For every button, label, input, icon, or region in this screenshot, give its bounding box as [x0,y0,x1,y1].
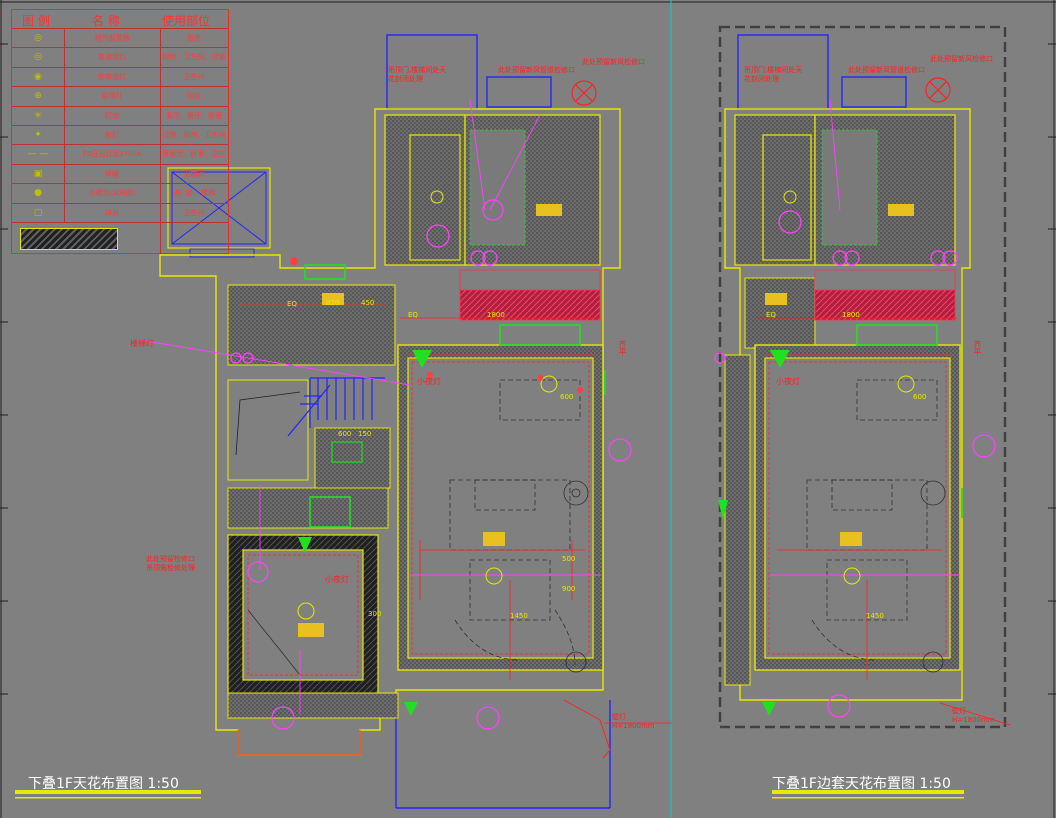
label-night-light-left: 小夜灯 [417,377,441,386]
legend-item-name: 灯泡 [105,111,119,120]
hatch-swatch [20,228,118,250]
legend-swatch-row [12,222,228,254]
legend-item-name: 烟气报警器 [94,34,130,42]
dim-900-left: 900 [562,585,576,593]
label-flush-left: 齐平 [618,340,627,356]
dim-eq-left: EQ [287,300,297,308]
legend-item-usage: 客厅、餐厅、卧室 [166,111,222,120]
legend-row: ✳ 灯泡 客厅、餐厅、卧室 [12,105,228,126]
dim-600-stair: 600 [338,430,352,438]
legend-header-symbol: 图 例 [22,14,50,28]
dim-eq-mid: EQ [408,311,418,319]
legend-item-usage: 过道、厨房、卫生间 [162,131,226,139]
note-fresh-air-right-right: 此处预留新风检修口 [930,55,993,63]
dim-1800-left: 1800 [487,311,505,319]
spot-light-icon: ✦ [34,130,42,140]
dim-150: 150 [358,430,372,438]
legend-item-usage: 厨房、卫生间、过道 [162,53,226,62]
label-wall-light-left: 壁灯 [612,713,626,721]
dim-1450-right: 1450 [866,612,884,620]
note-access-panel: 此处预留检修口 吊顶需检修处理 [146,555,195,572]
legend-row: ⊕ 吸顶灯 阳台 [12,86,228,106]
dim-820: 820 [326,299,340,307]
label-flush-right: 齐平 [973,340,982,356]
night-light-icon: ● [34,188,42,199]
dim-600-left: 600 [560,393,574,401]
note-ceiling-closure-right: 吊顶门,楼梯间处天花封闭处理 [744,66,803,83]
legend-row: ◎ 烟气报警器 厨房 [12,28,228,48]
dim-300: 300 [368,610,382,618]
pendant-light-icon: ✳ [34,110,42,121]
legend-item-name: 小夜灯(300高) [88,189,136,198]
legend-row: ● 小夜灯(300高) 进门处、楼梯 [12,183,228,203]
plan-title-left: 下叠1F天花布置图 1:50 [28,776,179,792]
legend-header-name: 名 称 [92,14,120,28]
plan-right[interactable] [714,25,1011,799]
exhaust-fan-icon: ▣ [33,168,43,179]
legend-item-name: 射灯 [105,131,119,139]
legend-row: ▢ 排风 卫生间 [12,202,228,223]
legend-header-usage: 使用部位 [162,14,211,28]
dim-450: 450 [361,299,375,307]
smoke-detector-icon: ◎ [34,33,42,43]
ventilation-fan-icon: ▢ [33,207,43,218]
note-ceiling-closure-left: 吊顶门,楼梯间处天花封闭处理 [388,66,447,83]
legend-row: — — T5日光灯管2700K 客餐厅、卧室、卫生间 [12,144,228,177]
legend-item-usage: 厨房 [187,34,201,42]
tube-light-icon: ◎ [34,52,42,63]
dim-1800-right: 1800 [842,311,860,319]
legend-row: ✦ 射灯 过道、厨房、卫生间 [12,125,228,145]
dim-600-right: 600 [913,393,927,401]
t5-strip-light-icon: — — [27,149,49,160]
label-night-light-bedroom: 小夜灯 [325,575,349,584]
legend-item-name: 普通筒灯 [98,53,126,62]
dim-1450-left: 1450 [510,612,528,620]
label-wall-light-height-right: H=1800mm [952,716,995,724]
plan-title-right: 下叠1F边套天花布置图 1:50 [772,776,951,792]
legend-item-usage: 阳台 [187,92,201,101]
moisture-proof-light-icon: ◉ [34,71,42,82]
label-stair-light: 楼梯灯 [130,339,154,348]
ceiling-light-icon: ⊕ [34,91,42,102]
label-wall-light-height-left: H=1800mm [612,722,655,730]
legend-row: ◉ 防雾筒灯 卫生间 [12,66,228,87]
label-night-light-right: 小夜灯 [776,377,800,386]
legend-item-name: 吸顶灯 [101,92,123,101]
note-fresh-air-access-right: 此处预留新风管道检修口 [848,66,925,74]
dim-eq-right: EQ [766,311,776,319]
legend-item-name: 风暖 [105,169,119,178]
legend-row: ◎ 普通筒灯 厨房、卫生间、过道 [12,47,228,67]
legend-item-name: 排风 [105,208,119,217]
legend-item-name: T5日光灯管2700K [82,150,142,159]
legend-row: ▣ 风暖 卫生间 [12,163,228,184]
legend-item-name: 防雾筒灯 [98,72,126,81]
legend-item-usage: 卫生间 [183,72,205,81]
legend-item-usage: 进门处、楼梯 [173,189,215,198]
note-fresh-air-access-left: 此处预留新风管道检修口 [498,66,575,74]
legend-table: 图 例 名 称 使用部位 ◎ 烟气报警器 厨房 ◎ 普通筒灯 厨房、卫生间、过道 ◉ 防雾筒灯… [11,9,229,254]
label-wall-light-right: 壁灯 [952,707,966,715]
legend-item-usage: 卫生间 [183,208,205,217]
dim-500-left: 500 [562,555,576,563]
legend-item-usage: 卫生间 [183,169,205,178]
note-fresh-air-right-left: 此处预留新风检修口 [582,58,645,66]
